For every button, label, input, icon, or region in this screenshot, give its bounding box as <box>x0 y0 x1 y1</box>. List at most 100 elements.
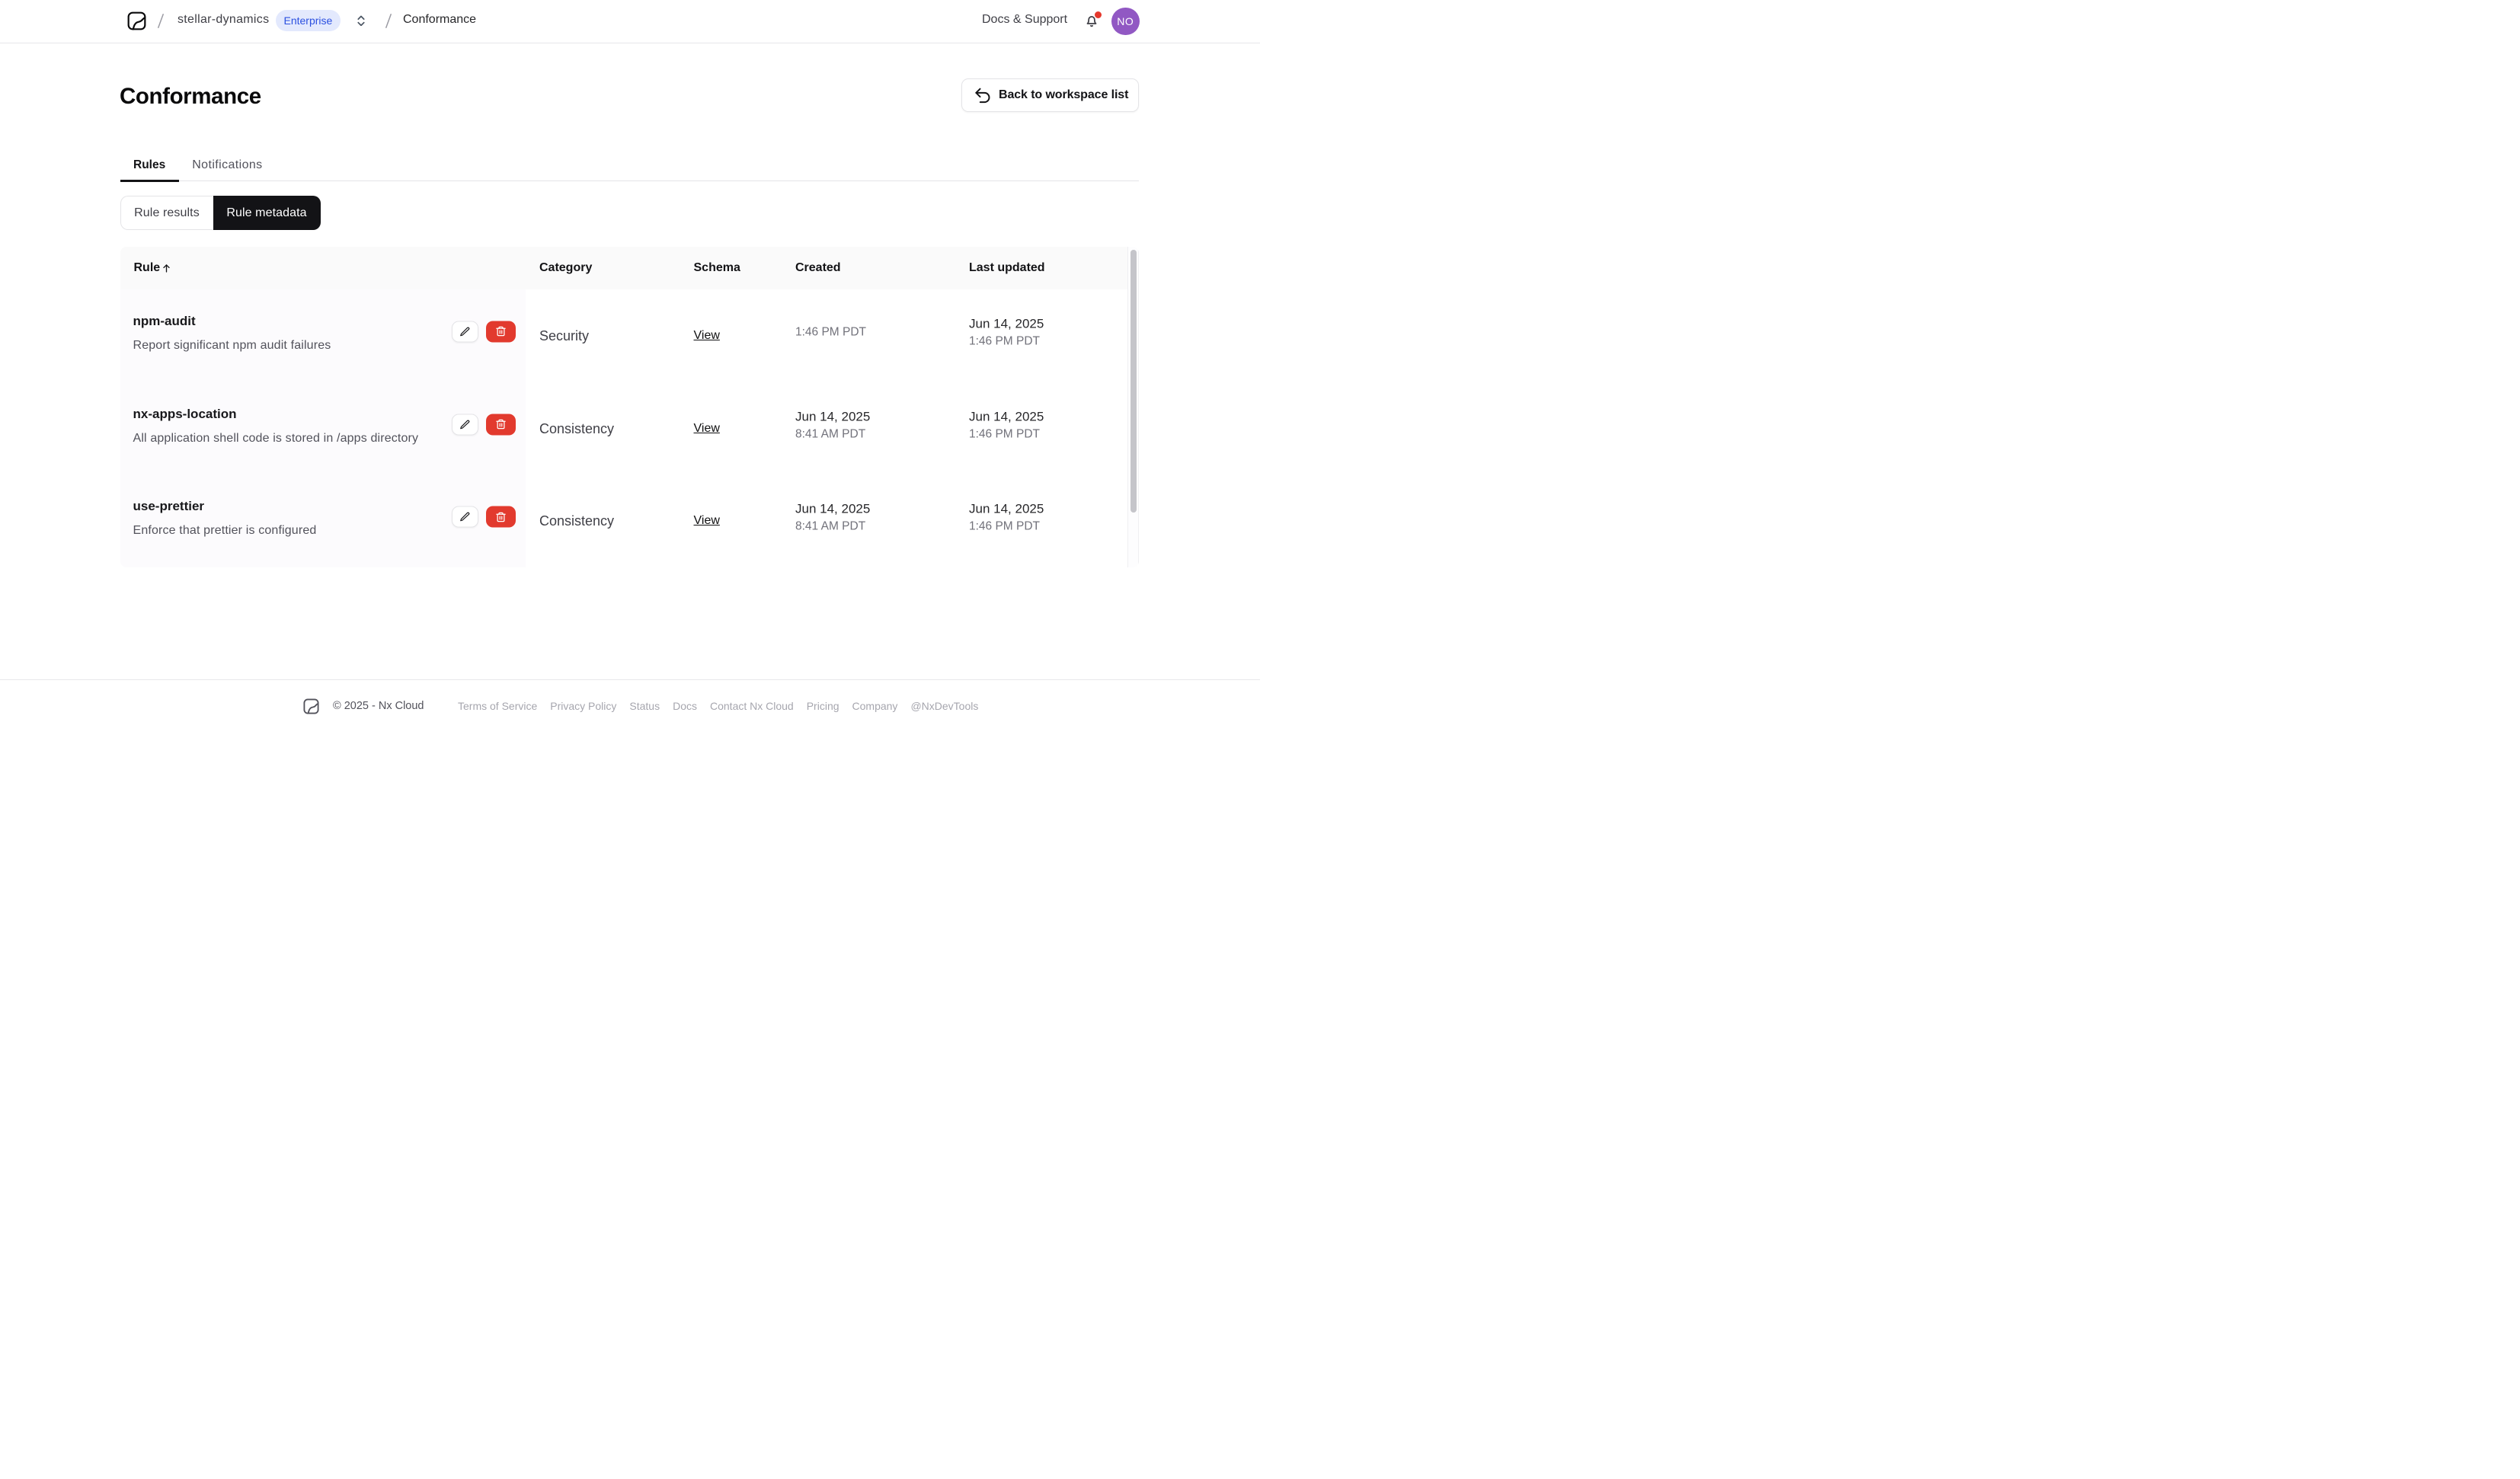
column-header-label: Category <box>539 261 593 274</box>
created-cell: Jun 14, 2025 8:41 AM PDT <box>782 471 955 564</box>
breadcrumb-separator-icon <box>383 13 394 29</box>
column-header-label: Schema <box>693 261 740 274</box>
schema-cell: View <box>680 289 782 382</box>
view-schema-link[interactable]: View <box>694 327 720 345</box>
sort-ascending-arrow-icon <box>163 264 170 273</box>
table-scrollbar-track[interactable] <box>1127 247 1139 567</box>
table-scrollbar-thumb[interactable] <box>1130 250 1137 513</box>
updated-time: 1:46 PM PDT <box>969 519 1041 533</box>
footer-links: Terms of Service Privacy Policy Status D… <box>458 700 978 712</box>
tab-label: Rules <box>133 158 166 171</box>
rule-cell: nx-apps-location All application shell c… <box>120 382 526 475</box>
created-time: 1:46 PM PDT <box>795 325 867 339</box>
created-cell: 1:46 PM PDT <box>782 286 955 379</box>
undo-arrow-icon <box>975 88 990 103</box>
delete-rule-button[interactable] <box>485 414 516 436</box>
delete-rule-button[interactable] <box>485 506 516 528</box>
footer-link-pricing[interactable]: Pricing <box>807 700 839 712</box>
column-header-label: Rule <box>133 261 161 274</box>
column-header-created[interactable]: Created <box>782 261 955 275</box>
last-updated-cell: Jun 14, 2025 1:46 PM PDT <box>955 286 1127 379</box>
docs-support-link[interactable]: Docs & Support <box>982 13 1067 27</box>
row-actions <box>451 506 516 528</box>
footer-link-privacy[interactable]: Privacy Policy <box>550 700 616 712</box>
footer: © 2025 - Nx Cloud Terms of Service Priva… <box>0 679 1260 740</box>
segment-rule-metadata[interactable]: Rule metadata <box>213 196 321 230</box>
back-button-label: Back to workspace list <box>999 88 1129 101</box>
updated-date: Jun 14, 2025 <box>969 409 1044 424</box>
breadcrumb-separator-icon <box>155 13 166 29</box>
nx-cloud-footer-logo-icon[interactable] <box>302 698 319 714</box>
rule-cell: use-prettier Enforce that prettier is co… <box>120 474 526 567</box>
updated-date: Jun 14, 2025 <box>969 316 1044 331</box>
notification-dot <box>1094 11 1102 18</box>
workspace-switcher-chevrons-icon[interactable] <box>357 15 366 27</box>
segment-label: Rule results <box>134 206 200 219</box>
column-header-schema[interactable]: Schema <box>680 261 782 275</box>
rule-view-segmented-control: Rule results Rule metadata <box>120 196 321 230</box>
edit-rule-button[interactable] <box>451 414 478 436</box>
footer-link-company[interactable]: Company <box>852 700 898 712</box>
category-text: Consistency <box>539 513 615 529</box>
edit-rule-button[interactable] <box>451 321 478 343</box>
footer-link-contact[interactable]: Contact Nx Cloud <box>710 700 794 712</box>
column-header-category[interactable]: Category <box>526 261 680 275</box>
row-actions <box>451 321 516 343</box>
enterprise-badge: Enterprise <box>276 10 341 31</box>
pencil-icon <box>460 420 470 429</box>
category-cell: Consistency <box>526 474 680 567</box>
page-title: Conformance <box>120 84 261 109</box>
trash-icon <box>496 327 506 337</box>
breadcrumb-workspace[interactable]: stellar-dynamics <box>177 13 269 27</box>
column-header-rule[interactable]: Rule <box>120 261 526 275</box>
breadcrumb-current-page[interactable]: Conformance <box>403 13 476 27</box>
top-navigation-bar: stellar-dynamics Enterprise Conformance … <box>0 0 1260 43</box>
avatar[interactable]: NO <box>1111 7 1140 35</box>
last-updated-cell: Jun 14, 2025 1:46 PM PDT <box>955 379 1127 471</box>
category-cell: Consistency <box>526 382 680 475</box>
nx-cloud-logo-icon[interactable] <box>127 11 146 30</box>
tab-notifications[interactable]: Notifications <box>179 149 276 181</box>
column-header-label: Created <box>795 261 841 274</box>
updated-date: Jun 14, 2025 <box>969 501 1044 516</box>
footer-link-docs[interactable]: Docs <box>673 700 697 712</box>
table-row: use-prettier Enforce that prettier is co… <box>120 474 1127 567</box>
table-row: nx-apps-location All application shell c… <box>120 382 1127 475</box>
rule-cell: npm-audit Report significant npm audit f… <box>120 289 526 382</box>
view-schema-link[interactable]: View <box>694 420 720 438</box>
row-actions <box>451 414 516 436</box>
column-header-label: Last updated <box>969 261 1045 274</box>
schema-cell: View <box>680 474 782 567</box>
column-header-last-updated[interactable]: Last updated <box>955 261 1127 275</box>
back-to-workspace-list-button[interactable]: Back to workspace list <box>961 78 1139 112</box>
trash-icon <box>496 512 506 522</box>
created-time: 8:41 AM PDT <box>795 519 866 533</box>
created-cell: Jun 14, 2025 8:41 AM PDT <box>782 379 955 471</box>
segment-rule-results[interactable]: Rule results <box>120 196 213 230</box>
tab-label: Notifications <box>192 158 263 171</box>
category-text: Security <box>539 327 590 343</box>
table-header-row: Rule Category Schema Created Last update… <box>120 247 1127 289</box>
tab-rules[interactable]: Rules <box>120 149 179 182</box>
delete-rule-button[interactable] <box>485 321 516 343</box>
category-text: Consistency <box>539 420 615 436</box>
updated-time: 1:46 PM PDT <box>969 334 1041 348</box>
schema-cell: View <box>680 382 782 475</box>
pencil-icon <box>460 512 470 522</box>
rule-metadata-table: Rule Category Schema Created Last update… <box>120 247 1139 567</box>
created-time: 8:41 AM PDT <box>795 427 866 441</box>
footer-link-nxdevtools[interactable]: @NxDevTools <box>910 700 978 712</box>
footer-link-terms[interactable]: Terms of Service <box>458 700 537 712</box>
segment-label: Rule metadata <box>226 206 307 219</box>
edit-rule-button[interactable] <box>451 506 478 528</box>
created-date: Jun 14, 2025 <box>795 409 871 424</box>
trash-icon <box>496 419 506 430</box>
table-row: npm-audit Report significant npm audit f… <box>120 289 1127 382</box>
copyright-text: © 2025 - Nx Cloud <box>333 700 424 712</box>
last-updated-cell: Jun 14, 2025 1:46 PM PDT <box>955 471 1127 564</box>
pencil-icon <box>460 327 470 337</box>
view-schema-link[interactable]: View <box>694 512 720 530</box>
created-date: Jun 14, 2025 <box>795 501 871 516</box>
tab-bar: Rules Notifications <box>120 149 1139 182</box>
footer-link-status[interactable]: Status <box>629 700 660 712</box>
